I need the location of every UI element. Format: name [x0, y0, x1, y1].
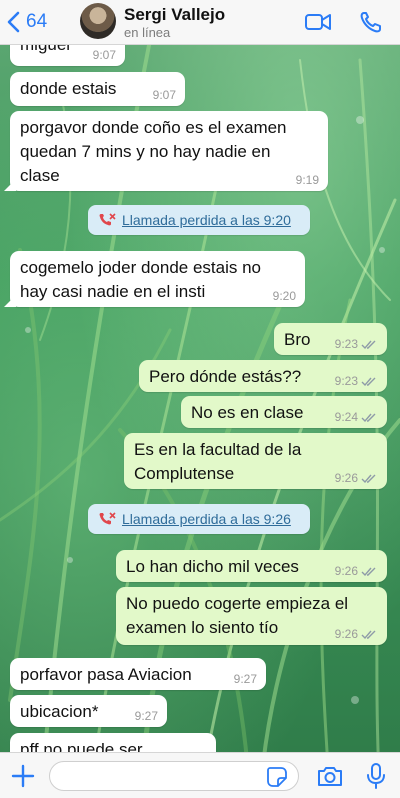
message-input[interactable] [49, 761, 299, 791]
message-meta: 9:23 [335, 337, 378, 351]
read-ticks-icon [361, 630, 376, 639]
message-line: cogemelo joder donde estais no [20, 258, 261, 277]
missed-call-notice[interactable]: Llamada perdida a las 9:26 [88, 504, 310, 534]
message-outgoing[interactable]: Lo han dicho mil veces 9:26 [116, 550, 387, 582]
phone-icon[interactable] [358, 10, 386, 34]
read-ticks-icon [361, 567, 376, 576]
message-time: 9:07 [152, 88, 176, 102]
message-line: Es en la facultad de la [134, 440, 302, 459]
chat-header: 64 Sergi Vallejo en línea [0, 0, 400, 45]
message-line: porgavor donde coño es el examen [20, 118, 287, 137]
message-text: porfavor pasa Aviacion [20, 665, 192, 684]
chevron-left-icon [7, 11, 20, 33]
message-outgoing[interactable]: Pero dónde estás?? 9:23 [139, 360, 387, 392]
missed-call-icon [99, 213, 116, 226]
message-incoming[interactable]: ubicacion* 9:27 [10, 695, 167, 727]
message-time: 9:20 [272, 289, 296, 303]
message-time: 9:23 [334, 374, 358, 388]
message-outgoing[interactable]: No es en clase 9:24 [181, 396, 387, 428]
message-outgoing[interactable]: Bro 9:23 [274, 323, 387, 355]
message-incoming[interactable]: donde estais 9:07 [10, 72, 185, 106]
message-time: 9:23 [334, 337, 358, 351]
missed-call-notice[interactable]: Llamada perdida a las 9:20 [88, 205, 310, 235]
video-call-icon[interactable] [304, 10, 332, 34]
message-meta: 9:26 [335, 471, 378, 485]
message-time: 9:07 [92, 48, 116, 62]
message-text: Lo han dicho mil veces [126, 557, 299, 576]
message-time: 9:26 [334, 471, 358, 485]
message-time: 9:27 [134, 709, 158, 723]
plus-icon[interactable] [10, 763, 36, 789]
message-text: ubicacion* [20, 702, 99, 721]
message-text: Bro [284, 330, 311, 349]
missed-call-icon [99, 512, 116, 525]
message-meta: 9:26 [335, 564, 378, 578]
message-time: 9:27 [233, 672, 257, 686]
contact-name[interactable]: Sergi Vallejo [124, 5, 225, 25]
avatar[interactable] [80, 3, 116, 39]
message-meta: 9:26 [335, 627, 378, 641]
message-line: hay casi nadie en el insti [20, 282, 206, 301]
message-incoming[interactable]: porfavor pasa Aviacion 9:27 [10, 658, 266, 690]
back-button[interactable]: 64 [6, 8, 47, 36]
message-time: 9:26 [334, 564, 358, 578]
message-incoming[interactable]: cogemelo joder donde estais no hay casi … [10, 251, 305, 307]
camera-icon[interactable] [316, 764, 344, 788]
message-text: donde estais [20, 79, 117, 98]
message-line: quedan 7 mins y no hay nadie en [20, 142, 271, 161]
message-composer [0, 752, 400, 798]
message-line: No puedo cogerte empieza el [126, 594, 349, 613]
message-time: 9:19 [295, 173, 319, 187]
read-ticks-icon [361, 413, 376, 422]
missed-call-text: Llamada perdida a las 9:20 [122, 212, 291, 228]
sticker-icon[interactable] [266, 766, 288, 788]
message-outgoing[interactable]: Es en la facultad de la Complutense 9:26 [124, 433, 387, 489]
read-ticks-icon [361, 340, 376, 349]
read-ticks-icon [361, 474, 376, 483]
message-text: Pero dónde estás?? [149, 367, 302, 386]
microphone-icon[interactable] [366, 762, 386, 790]
message-text: No es en clase [191, 403, 304, 422]
message-incoming[interactable]: porgavor donde coño es el examen quedan … [10, 111, 328, 191]
message-meta: 9:24 [335, 410, 378, 424]
unread-count: 64 [26, 11, 48, 32]
message-time: 9:24 [334, 410, 358, 424]
missed-call-text: Llamada perdida a las 9:26 [122, 511, 291, 527]
contact-status: en línea [124, 25, 171, 40]
message-line: clase [20, 166, 60, 185]
message-outgoing[interactable]: No puedo cogerte empieza el examen lo si… [116, 587, 387, 645]
message-time: 9:26 [334, 627, 358, 641]
read-ticks-icon [361, 377, 376, 386]
message-meta: 9:23 [335, 374, 378, 388]
